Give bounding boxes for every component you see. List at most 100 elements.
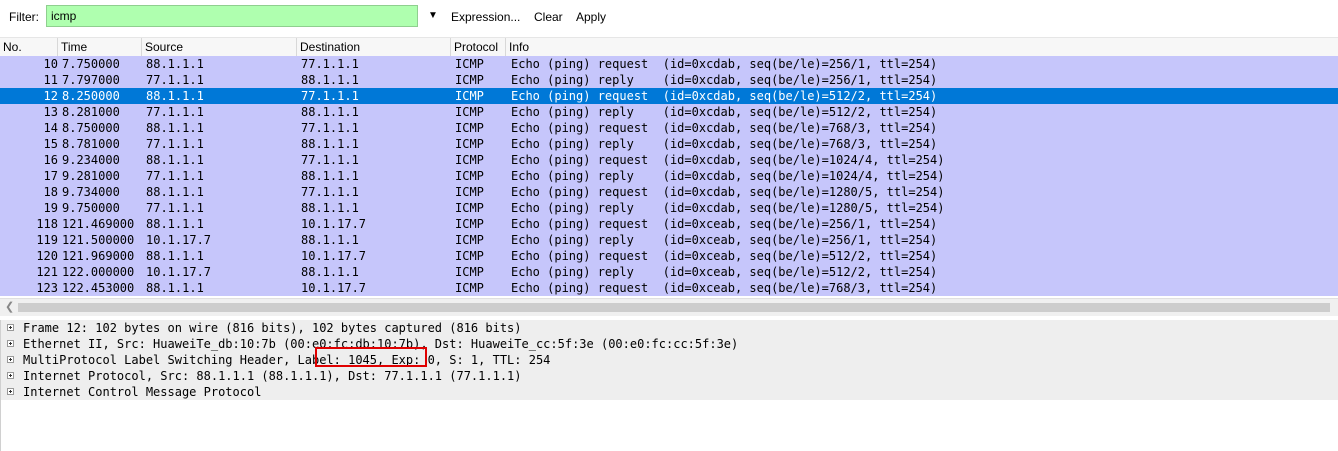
expand-plus-icon[interactable] <box>7 372 14 379</box>
packet-source: 88.1.1.1 <box>146 153 204 167</box>
column-header-source[interactable]: Source <box>142 38 297 56</box>
filter-toolbar: Filter: ▼ Expression... Clear Apply <box>0 0 1338 35</box>
packet-info: Echo (ping) request (id=0xceab, seq(be/l… <box>511 281 938 295</box>
packet-info: Echo (ping) reply (id=0xceab, seq(be/le)… <box>511 265 938 279</box>
expand-plus-icon[interactable] <box>7 388 14 395</box>
packet-no: 15 <box>43 137 58 151</box>
detail-tree-item[interactable]: Ethernet II, Src: HuaweiTe_db:10:7b (00:… <box>1 336 1338 352</box>
scrollbar-thumb[interactable] <box>18 303 1330 312</box>
packet-time: 8.250000 <box>62 89 120 103</box>
packet-row[interactable]: 123 122.453000 88.1.1.1 10.1.17.7 ICMP Echo (… <box>0 280 1338 296</box>
chevron-down-icon[interactable]: ▼ <box>428 10 438 21</box>
packet-info: Echo (ping) reply (id=0xcdab, seq(be/le)… <box>511 73 938 87</box>
packet-no: 13 <box>43 105 58 119</box>
expression-button[interactable]: Expression... <box>451 10 520 24</box>
packet-list: 10 7.750000 88.1.1.1 77.1.1.1 ICMP Echo (ping… <box>0 56 1338 296</box>
packet-info: Echo (ping) request (id=0xceab, seq(be/l… <box>511 249 938 263</box>
packet-info: Echo (ping) reply (id=0xcdab, seq(be/le)… <box>511 169 945 183</box>
packet-destination: 88.1.1.1 <box>301 73 359 87</box>
packet-row[interactable]: 15 8.781000 77.1.1.1 88.1.1.1 ICMP Echo (ping… <box>0 136 1338 152</box>
packet-time: 7.797000 <box>62 73 120 87</box>
label-highlight-box <box>315 347 427 367</box>
apply-button[interactable]: Apply <box>576 10 606 24</box>
detail-text: Internet Protocol, Src: 88.1.1.1 (88.1.1… <box>23 369 522 383</box>
packet-time: 121.969000 <box>62 249 135 263</box>
horizontal-scrollbar[interactable]: ❮ <box>0 298 1338 316</box>
packet-list-header: No. Time Source Destination Protocol Inf… <box>0 37 1338 57</box>
packet-source: 77.1.1.1 <box>146 105 204 119</box>
column-header-info[interactable]: Info <box>506 38 1338 56</box>
packet-source: 77.1.1.1 <box>146 73 204 87</box>
packet-row[interactable]: 119 121.500000 10.1.17.7 88.1.1.1 ICMP Echo (… <box>0 232 1338 248</box>
packet-protocol: ICMP <box>455 201 484 215</box>
detail-tree-item[interactable]: Internet Control Message Protocol <box>1 384 1338 400</box>
column-header-destination[interactable]: Destination <box>297 38 451 56</box>
packet-info: Echo (ping) request (id=0xcdab, seq(be/l… <box>511 153 945 167</box>
column-header-protocol[interactable]: Protocol <box>451 38 506 56</box>
packet-no: 10 <box>43 57 58 71</box>
packet-protocol: ICMP <box>455 153 484 167</box>
packet-no: 11 <box>43 73 58 87</box>
packet-row[interactable]: 10 7.750000 88.1.1.1 77.1.1.1 ICMP Echo (ping… <box>0 56 1338 72</box>
packet-destination: 88.1.1.1 <box>301 105 359 119</box>
packet-row[interactable]: 11 7.797000 77.1.1.1 88.1.1.1 ICMP Echo (ping… <box>0 72 1338 88</box>
packet-destination: 88.1.1.1 <box>301 201 359 215</box>
packet-source: 77.1.1.1 <box>146 169 204 183</box>
packet-source: 88.1.1.1 <box>146 57 204 71</box>
clear-button[interactable]: Clear <box>534 10 563 24</box>
detail-tree-item[interactable]: MultiProtocol Label Switching Header, La… <box>1 352 1338 368</box>
packet-no: 118 <box>36 217 58 231</box>
packet-no: 123 <box>36 281 58 295</box>
packet-no: 121 <box>36 265 58 279</box>
packet-row[interactable]: 17 9.281000 77.1.1.1 88.1.1.1 ICMP Echo (ping… <box>0 168 1338 184</box>
packet-protocol: ICMP <box>455 233 484 247</box>
packet-info: Echo (ping) request (id=0xcdab, seq(be/l… <box>511 185 945 199</box>
packet-row[interactable]: 16 9.234000 88.1.1.1 77.1.1.1 ICMP Echo (ping… <box>0 152 1338 168</box>
packet-time: 8.750000 <box>62 121 120 135</box>
packet-protocol: ICMP <box>455 169 484 183</box>
packet-row[interactable]: 121 122.000000 10.1.17.7 88.1.1.1 ICMP Echo (… <box>0 264 1338 280</box>
packet-protocol: ICMP <box>455 57 484 71</box>
packet-destination: 77.1.1.1 <box>301 185 359 199</box>
packet-no: 18 <box>43 185 58 199</box>
detail-tree-item[interactable]: Frame 12: 102 bytes on wire (816 bits), … <box>1 320 1338 336</box>
packet-destination: 88.1.1.1 <box>301 265 359 279</box>
packet-row[interactable]: 14 8.750000 88.1.1.1 77.1.1.1 ICMP Echo (ping… <box>0 120 1338 136</box>
packet-protocol: ICMP <box>455 217 484 231</box>
detail-text: Internet Control Message Protocol <box>23 385 262 399</box>
packet-info: Echo (ping) request (id=0xceab, seq(be/l… <box>511 217 938 231</box>
packet-row[interactable]: 19 9.750000 77.1.1.1 88.1.1.1 ICMP Echo (ping… <box>0 200 1338 216</box>
packet-destination: 88.1.1.1 <box>301 169 359 183</box>
packet-row[interactable]: 13 8.281000 77.1.1.1 88.1.1.1 ICMP Echo (ping… <box>0 104 1338 120</box>
packet-no: 119 <box>36 233 58 247</box>
packet-time: 7.750000 <box>62 57 120 71</box>
expand-plus-icon[interactable] <box>7 340 14 347</box>
column-header-time[interactable]: Time <box>58 38 142 56</box>
packet-time: 122.453000 <box>62 281 135 295</box>
packet-time: 122.000000 <box>62 265 135 279</box>
detail-tree-item[interactable]: Internet Protocol, Src: 88.1.1.1 (88.1.1… <box>1 368 1338 384</box>
expand-plus-icon[interactable] <box>7 324 14 331</box>
packet-row[interactable]: 118 121.469000 88.1.1.1 10.1.17.7 ICMP Echo (… <box>0 216 1338 232</box>
column-header-no[interactable]: No. <box>0 38 58 56</box>
packet-no: 12 <box>43 89 58 103</box>
packet-protocol: ICMP <box>455 281 484 295</box>
expand-plus-icon[interactable] <box>7 356 14 363</box>
packet-source: 88.1.1.1 <box>146 89 204 103</box>
packet-destination: 10.1.17.7 <box>301 281 367 295</box>
packet-destination: 77.1.1.1 <box>301 57 359 71</box>
packet-info: Echo (ping) reply (id=0xcdab, seq(be/le)… <box>511 137 938 151</box>
packet-row[interactable]: 18 9.734000 88.1.1.1 77.1.1.1 ICMP Echo (ping… <box>0 184 1338 200</box>
packet-no: 19 <box>43 201 58 215</box>
packet-info: Echo (ping) request (id=0xcdab, seq(be/l… <box>511 121 938 135</box>
packet-row[interactable]: 120 121.969000 88.1.1.1 10.1.17.7 ICMP Echo (… <box>0 248 1338 264</box>
filter-label: Filter: <box>9 10 39 24</box>
packet-destination: 88.1.1.1 <box>301 233 359 247</box>
filter-input[interactable] <box>46 5 418 27</box>
packet-destination: 10.1.17.7 <box>301 249 367 263</box>
packet-protocol: ICMP <box>455 105 484 119</box>
scroll-left-icon[interactable]: ❮ <box>5 300 14 313</box>
packet-row[interactable]: 12 8.250000 88.1.1.1 77.1.1.1 ICMP Echo (ping… <box>0 88 1338 104</box>
packet-source: 10.1.17.7 <box>146 233 212 247</box>
packet-no: 17 <box>43 169 58 183</box>
